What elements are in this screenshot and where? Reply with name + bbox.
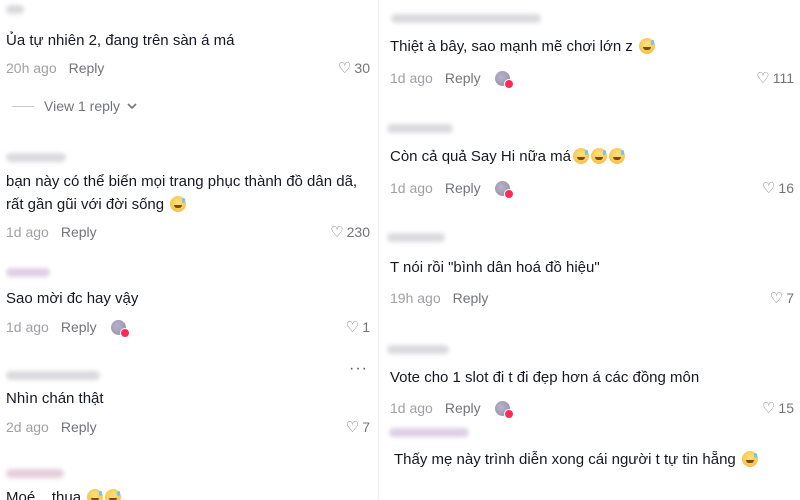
- username-blurred[interactable]: [387, 124, 453, 133]
- comment-time: 1d ago: [390, 180, 433, 196]
- reply-button[interactable]: Reply: [453, 290, 489, 306]
- comment-meta: 2d ago Reply: [6, 419, 97, 435]
- username-blurred[interactable]: [6, 371, 100, 380]
- reply-button[interactable]: Reply: [61, 319, 97, 335]
- like-button[interactable]: ♡ 30: [338, 60, 370, 76]
- comment-meta: 1d ago Reply: [6, 224, 97, 240]
- comment-time: 19h ago: [390, 290, 441, 306]
- comment-text: Nhìn chán thật: [6, 390, 104, 407]
- sweat-smile-emoji-icon: [87, 489, 104, 500]
- comment-text: Thiệt à bây, sao mạnh mẽ chơi lớn z: [390, 35, 656, 58]
- comment-text: Còn cả quả Say Hi nữa má: [390, 145, 625, 168]
- reply-button[interactable]: Reply: [69, 60, 105, 76]
- comment-text-content: Còn cả quả Say Hi nữa má: [390, 148, 571, 165]
- like-count: 30: [354, 60, 370, 76]
- username-blurred[interactable]: [391, 14, 541, 23]
- like-button[interactable]: ♡ 7: [770, 290, 794, 306]
- like-button[interactable]: ♡ 7: [346, 419, 370, 435]
- comment-meta: 19h ago Reply: [390, 290, 488, 306]
- sweat-smile-emoji-icon: [590, 148, 607, 164]
- like-count: 15: [778, 400, 794, 416]
- like-button[interactable]: ♡ 16: [762, 180, 794, 196]
- reply-button[interactable]: Reply: [445, 70, 481, 86]
- comment-text: Ủa tự nhiên 2, đang trên sàn á má: [6, 32, 235, 49]
- comment-text: Sao mời đc hay vậy: [6, 290, 139, 307]
- heart-icon: ♡: [345, 318, 360, 336]
- comment-time: 2d ago: [6, 419, 49, 435]
- comments-panel-left: Ủa tự nhiên 2, đang trên sàn á má 20h ag…: [0, 0, 378, 500]
- like-count: 111: [772, 70, 794, 86]
- more-options-icon[interactable]: ···: [349, 360, 368, 378]
- reply-button[interactable]: Reply: [61, 419, 97, 435]
- reply-button[interactable]: Reply: [445, 400, 481, 416]
- like-button[interactable]: ♡ 111: [756, 70, 794, 86]
- heart-icon: ♡: [345, 418, 360, 436]
- username-blurred[interactable]: [6, 5, 24, 14]
- reply-button[interactable]: Reply: [445, 180, 481, 196]
- username-blurred[interactable]: [387, 233, 445, 242]
- sweat-smile-emoji-icon: [608, 148, 625, 164]
- like-count: 7: [786, 290, 794, 306]
- chevron-down-icon: [127, 103, 137, 110]
- comment-meta: 1d ago Reply: [390, 180, 514, 199]
- view-replies-label: View 1 reply: [44, 98, 121, 114]
- sweat-smile-emoji-icon: [572, 148, 589, 164]
- sweat-smile-emoji-icon: [170, 196, 187, 212]
- heart-icon: ♡: [337, 59, 352, 77]
- like-count: 1: [362, 319, 370, 335]
- comment-text: bạn này có thể biến mọi trang phục thành…: [6, 170, 366, 216]
- comment-meta: 1d ago Reply: [390, 400, 514, 419]
- comment-time: 1d ago: [6, 224, 49, 240]
- heart-icon: ♡: [330, 223, 344, 241]
- comment-text: Vote cho 1 slot đi t đi đẹp hơn á các đồ…: [390, 369, 700, 386]
- comment-meta: 20h ago Reply: [6, 60, 104, 76]
- creator-liked-avatar-icon: [494, 180, 514, 199]
- username-blurred[interactable]: [387, 345, 449, 354]
- creator-liked-avatar-icon: [494, 70, 514, 89]
- comment-time: 1d ago: [390, 400, 433, 416]
- like-count: 230: [346, 224, 370, 240]
- username-blurred[interactable]: [6, 153, 66, 162]
- username-blurred[interactable]: [389, 428, 469, 437]
- sweat-smile-emoji-icon: [639, 38, 656, 54]
- sweat-smile-emoji-icon: [105, 489, 122, 500]
- comment-text-content: Thiệt à bây, sao mạnh mẽ chơi lớn z: [390, 38, 633, 55]
- username-blurred[interactable]: [6, 469, 64, 478]
- view-replies-button[interactable]: View 1 reply: [12, 98, 138, 114]
- like-button[interactable]: ♡ 1: [346, 319, 370, 335]
- like-count: 16: [778, 180, 794, 196]
- heart-icon: ♡: [761, 399, 776, 417]
- like-button[interactable]: ♡ 15: [762, 400, 794, 416]
- comment-time: 1d ago: [390, 70, 433, 86]
- comment-text: T nói rồi "bình dân hoá đồ hiệu": [390, 259, 600, 276]
- comment-time: 20h ago: [6, 60, 57, 76]
- comments-panel-right: Thiệt à bây, sao mạnh mẽ chơi lớn z 1d a…: [378, 0, 800, 500]
- heart-icon: ♡: [769, 289, 784, 307]
- comment-text: Moé....thua: [6, 486, 122, 500]
- username-blurred[interactable]: [6, 268, 50, 277]
- reply-button[interactable]: Reply: [61, 224, 97, 240]
- creator-liked-avatar-icon: [494, 400, 514, 419]
- divider: [12, 105, 34, 107]
- heart-icon: ♡: [756, 69, 770, 87]
- sweat-smile-emoji-icon: [741, 451, 758, 467]
- comment-text-content: Moé....thua: [6, 489, 82, 500]
- comment-text-content: Thấy mẹ này trình diễn xong cái người t …: [394, 451, 736, 468]
- heart-icon: ♡: [761, 179, 776, 197]
- comment-meta: 1d ago Reply: [390, 70, 514, 89]
- like-count: 7: [362, 419, 370, 435]
- like-button[interactable]: ♡ 230: [330, 224, 370, 240]
- comment-meta: 1d ago Reply: [6, 319, 130, 338]
- creator-liked-avatar-icon: [110, 319, 130, 338]
- comment-time: 1d ago: [6, 319, 49, 335]
- comment-text: Thấy mẹ này trình diễn xong cái người t …: [394, 448, 794, 471]
